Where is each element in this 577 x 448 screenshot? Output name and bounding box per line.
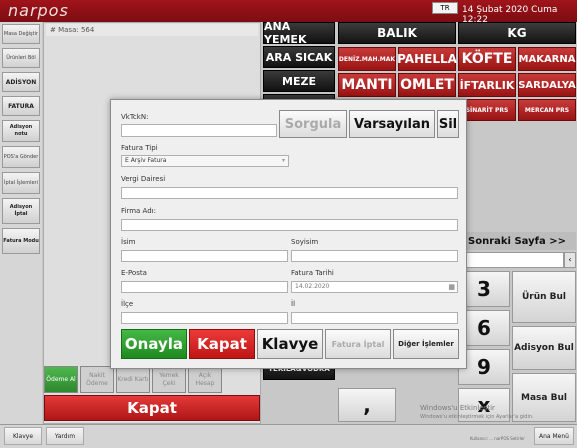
- sil-button[interactable]: Sil: [437, 110, 459, 138]
- vkn-label: VkTckN:: [121, 113, 149, 121]
- next-page-button[interactable]: Sonraki Sayfa >>: [458, 232, 576, 250]
- kapat-button[interactable]: Kapat: [189, 329, 255, 359]
- soyisim-input[interactable]: [291, 250, 458, 262]
- fatura-tarihi-value: 14.02.2020: [295, 283, 330, 290]
- varsayilan-button[interactable]: Varsayılan: [349, 110, 435, 138]
- keyboard-button[interactable]: Klavye: [4, 427, 42, 445]
- product-kofte[interactable]: KÖFTE: [458, 47, 516, 71]
- fatura-tipi-label: Fatura Tipi: [121, 144, 158, 152]
- fatura-tipi-select[interactable]: E Arşiv Fatura ▾: [121, 155, 289, 167]
- help-button[interactable]: Yardım: [46, 427, 84, 445]
- category-ara-sicak[interactable]: ARA SICAK: [263, 46, 335, 68]
- sorgula-button[interactable]: Sorgula: [279, 110, 347, 138]
- klavye-button[interactable]: Klavye: [257, 329, 323, 359]
- fatura-tarihi-label: Fatura Tarihi: [291, 269, 334, 277]
- ilce-input[interactable]: [121, 312, 288, 324]
- product-sardalya[interactable]: SARDALYA: [518, 73, 576, 97]
- backspace-icon[interactable]: ‹: [564, 252, 576, 268]
- fatura-tarihi-input[interactable]: 14.02.2020 ▦: [291, 281, 458, 293]
- fatura-modu-button[interactable]: Fatura Modu: [2, 228, 40, 254]
- left-sidebar: Masa Değiştir Ürünleri Böl ADİSYON FATUR…: [0, 22, 42, 424]
- product-manti[interactable]: MANTI: [338, 73, 396, 97]
- fatura-button[interactable]: FATURA: [2, 96, 40, 116]
- urun-bul-button[interactable]: Ürün Bul: [512, 271, 576, 323]
- calculator-input[interactable]: [458, 252, 564, 268]
- eposta-label: E-Posta: [121, 269, 147, 277]
- pos-gonder-button[interactable]: POS'a Gönder: [2, 146, 40, 168]
- eposta-input[interactable]: [121, 281, 288, 293]
- product-iftarlik[interactable]: İFTARLIK: [458, 73, 516, 97]
- order-header: # Masa: 564: [46, 24, 258, 36]
- key-comma[interactable]: ,: [338, 388, 396, 422]
- narpos-logo: narpos: [8, 1, 69, 20]
- vergi-dairesi-input[interactable]: [121, 187, 458, 199]
- firma-adi-label: Firma Adı:: [121, 207, 156, 215]
- adisyon-iptal-button[interactable]: Adisyon İptal: [2, 198, 40, 224]
- product-omlet[interactable]: OMLET: [398, 73, 456, 97]
- fatura-tipi-value: E Arşiv Fatura: [125, 157, 167, 164]
- main-menu-button[interactable]: Ana Menü: [534, 427, 574, 445]
- adisyon-button[interactable]: ADİSYON: [2, 72, 40, 92]
- product-deniz-mah-mak[interactable]: DENİZ.MAH.MAK: [338, 47, 396, 71]
- invoice-dialog: VkTckN: Sorgula Varsayılan Sil Fatura Ti…: [110, 99, 467, 369]
- watermark-line1: Windows'u Etkinleştir: [420, 404, 495, 412]
- product-mercan-prs[interactable]: MERCAN PRS: [518, 99, 576, 121]
- product-pahella[interactable]: PAHELLA: [397, 47, 457, 71]
- il-input[interactable]: [291, 312, 458, 324]
- yemek-ceki-button[interactable]: Yemek Çeki: [152, 366, 186, 393]
- category-meze[interactable]: MEZE: [263, 70, 335, 92]
- chevron-down-icon: ▾: [281, 157, 285, 164]
- category-balik[interactable]: BALIK: [338, 22, 456, 44]
- category-kg[interactable]: KG: [458, 22, 576, 44]
- diger-islemler-button[interactable]: Diğer İşlemler: [393, 329, 459, 359]
- onayla-button[interactable]: Onayla: [121, 329, 187, 359]
- iptal-islemleri-button[interactable]: İptal İşlemleri: [2, 172, 40, 194]
- category-ana-yemek[interactable]: ANA YEMEK: [263, 20, 335, 46]
- il-label: İl: [291, 300, 296, 308]
- urunleri-bol-button[interactable]: Ürünleri Böl: [2, 48, 40, 68]
- odeme-al-button[interactable]: Ödeme Al: [44, 366, 78, 393]
- firma-adi-input[interactable]: [121, 219, 458, 231]
- language-selector[interactable]: TR: [432, 2, 458, 14]
- watermark-line2: Windows'u etkinleştirmek için Ayarlar'a …: [420, 414, 534, 420]
- order-close-button[interactable]: Kapat: [44, 395, 260, 421]
- vergi-dairesi-label: Vergi Dairesi: [121, 175, 166, 183]
- masa-degistir-button[interactable]: Masa Değiştir: [2, 24, 40, 44]
- isim-label: İsim: [121, 238, 136, 246]
- vkn-input[interactable]: [121, 124, 277, 137]
- ilce-label: İlçe: [121, 300, 134, 308]
- footer-note: Kullanıcı: ... narPOS Setirler: [470, 436, 525, 441]
- product-makarna[interactable]: MAKARNA: [518, 47, 576, 71]
- fatura-iptal-button[interactable]: Fatura İptal: [325, 329, 391, 359]
- kredi-karti-button[interactable]: Kredi Kartı: [116, 366, 150, 393]
- soyisim-label: Soyisim: [291, 238, 319, 246]
- windows-watermark: Windows'u Etkinleştir Windows'u etkinleş…: [420, 404, 534, 422]
- calendar-icon[interactable]: ▦: [448, 282, 455, 292]
- adisyon-notu-button[interactable]: Adisyon notu: [2, 120, 40, 142]
- nakit-odeme-button[interactable]: Nakit Ödeme: [80, 366, 114, 393]
- adisyon-bul-button[interactable]: Adisyon Bul: [512, 326, 576, 370]
- acik-hesap-button[interactable]: Açık Hesap: [188, 366, 222, 393]
- isim-input[interactable]: [121, 250, 288, 262]
